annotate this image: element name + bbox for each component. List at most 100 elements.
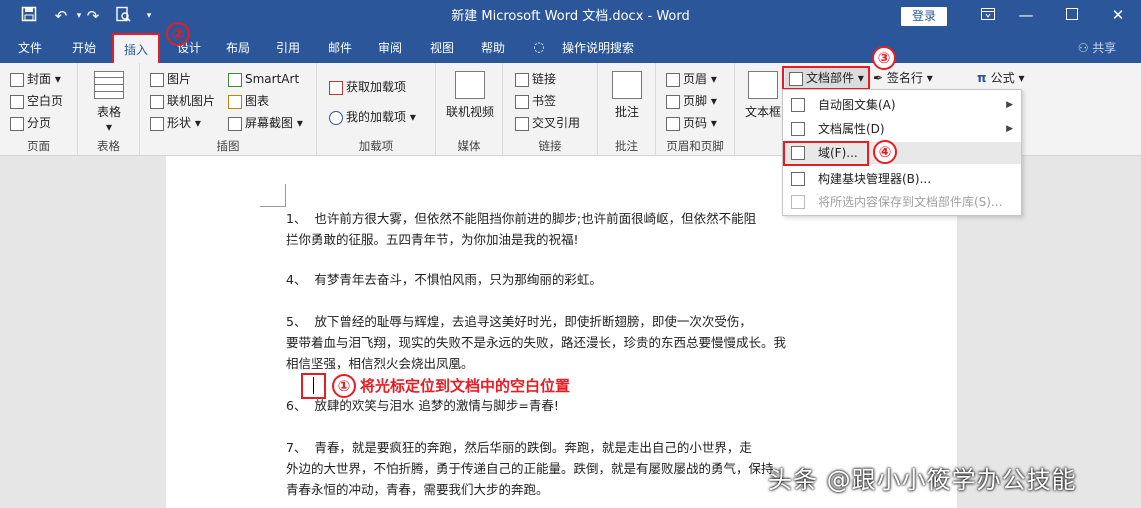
pen-icon: ✒ (873, 71, 887, 85)
bookmark-icon (515, 94, 529, 109)
paragraph-line: 1、 也许前方很大雾，但依然不能阻挡你前进的脚步;也许前面很崎岖，但依然不能阻 (286, 211, 757, 226)
paragraph-line: 要带着血与泪飞翔，现实的失败不是永远的失败，路还漫长，珍贵的东西总要慢慢成长。我 (286, 335, 787, 350)
tell-me-search[interactable]: 操作说明搜索 (556, 33, 640, 63)
shapes-icon (150, 116, 164, 131)
equation-button[interactable]: π 公式 ▾ (977, 68, 1025, 88)
paragraph-line: 5、 放下曾经的耻辱与辉煌，去追寻这美好时光，即使折断翅膀，即使一次次受伤， (286, 314, 752, 329)
building-blocks-icon (791, 172, 805, 186)
shapes-button[interactable]: 形状 ▾ (150, 113, 201, 133)
smartart-button[interactable]: SmartArt (228, 69, 299, 89)
textbox-label: 文本框 (744, 105, 781, 119)
textbox-button[interactable]: 文本框 (743, 71, 783, 120)
footer-label: 页脚 (683, 94, 708, 108)
chart-button[interactable]: 图表 (228, 91, 269, 111)
get-addins-label: 获取加载项 (346, 80, 407, 94)
table-label: 表格 (96, 105, 121, 119)
pictures-button[interactable]: 图片 (150, 69, 191, 89)
header-button[interactable]: 页眉 ▾ (666, 69, 717, 89)
tab-home[interactable]: 开始 (62, 33, 106, 63)
paragraph-line: 4、 有梦青年去奋斗，不惧怕风雨，只为那绚丽的彩虹。 (286, 272, 602, 287)
bookmark-label: 书签 (532, 94, 557, 108)
page-break-button[interactable]: 分页 (10, 113, 51, 133)
save-gallery-icon (791, 195, 805, 209)
menu-item-autotext[interactable]: 自动图文集(A) ▶ (783, 94, 1021, 116)
blank-page-button[interactable]: 空白页 (10, 91, 63, 111)
group-label-links: 链接 (538, 139, 562, 153)
link-button[interactable]: 链接 (515, 69, 556, 89)
watermark: 头条 @跟小小筱学办公技能 (768, 466, 1077, 494)
tab-mailings[interactable]: 邮件 (318, 33, 362, 63)
tab-references[interactable]: 引用 (266, 33, 310, 63)
online-video-button[interactable]: 联机视频 (442, 71, 498, 120)
tab-file[interactable]: 文件 (8, 33, 52, 63)
online-pictures-label: 联机图片 (167, 94, 216, 108)
highlight-quick-parts (782, 66, 870, 90)
page-number-icon (666, 116, 680, 131)
online-pictures-button[interactable]: 联机图片 (150, 91, 215, 111)
submenu-arrow-icon: ▶ (1006, 124, 1013, 134)
video-icon (455, 71, 485, 99)
cross-reference-button[interactable]: 交叉引用 (515, 113, 580, 133)
shapes-label: 形状 (167, 116, 192, 130)
menu-item-building-blocks[interactable]: 构建基块管理器(B)... (783, 168, 1021, 190)
my-addins-label: 我的加载项 (346, 110, 407, 124)
page-number-label: 页码 (683, 116, 708, 130)
callout-2: ② (166, 22, 190, 46)
table-button[interactable]: 表格 ▾ (86, 71, 132, 134)
tab-review[interactable]: 审阅 (368, 33, 412, 63)
document-property-icon (791, 122, 805, 136)
close-icon[interactable]: ✕ (1096, 0, 1140, 33)
link-label: 链接 (532, 72, 557, 86)
login-button[interactable]: 登录 (901, 7, 947, 26)
instruction-text: 将光标定位到文档中的空白位置 (360, 377, 571, 395)
table-icon (94, 71, 124, 99)
comment-icon (612, 71, 642, 99)
blank-page-label: 空白页 (27, 94, 64, 108)
online-picture-icon (150, 94, 164, 109)
get-addins-button[interactable]: 获取加载项 (329, 77, 406, 97)
pictures-label: 图片 (167, 72, 192, 86)
signature-line-button[interactable]: ✒ 签名行 ▾ (873, 68, 933, 88)
tab-view[interactable]: 视图 (420, 33, 464, 63)
minimize-icon[interactable]: — (1004, 0, 1048, 33)
menu-item-label: 文档属性(D) (818, 122, 885, 136)
autotext-icon (791, 98, 805, 112)
tab-insert[interactable]: 插入 (112, 33, 160, 67)
footer-button[interactable]: 页脚 ▾ (666, 91, 717, 111)
footer-icon (666, 94, 680, 109)
screenshot-icon (228, 116, 242, 131)
equation-label: 公式 (990, 71, 1015, 85)
page-number-button[interactable]: 页码 ▾ (666, 113, 717, 133)
submenu-arrow-icon: ▶ (1006, 100, 1013, 110)
header-label: 页眉 (683, 72, 708, 86)
chart-label: 图表 (245, 94, 270, 108)
callout-3: ③ (872, 46, 896, 70)
paragraph-line: 7、 青春，就是要疯狂的奔跑，然后华丽的跌倒。奔跑，就是走出自己的小世界，走 (286, 440, 752, 455)
cover-page-icon (10, 72, 24, 87)
smartart-icon (228, 72, 242, 87)
screenshot-button[interactable]: 屏幕截图 ▾ (228, 113, 303, 133)
menu-item-document-property[interactable]: 文档属性(D) ▶ (783, 118, 1021, 140)
text-cursor (313, 377, 314, 394)
maximize-icon[interactable] (1050, 0, 1094, 33)
group-media: 联机视频 媒体 (436, 63, 503, 156)
paragraph-line: 青春永恒的冲动，青春，需要我们大步的奔跑。 (286, 482, 549, 497)
group-header-footer: 页眉 ▾ 页脚 ▾ 页码 ▾ 页眉和页脚 (656, 63, 735, 156)
bookmark-button[interactable]: 书签 (515, 91, 556, 111)
page-break-label: 分页 (27, 116, 52, 130)
highlight-field-item (783, 141, 869, 166)
page-break-icon (10, 116, 24, 131)
share-button[interactable]: ⚇ 共享 (1072, 33, 1122, 63)
group-label-pages: 页面 (27, 139, 50, 153)
tab-help[interactable]: 帮助 (471, 33, 515, 63)
comment-button[interactable]: 批注 (604, 71, 650, 120)
tab-layout[interactable]: 布局 (216, 33, 260, 63)
group-tables: 表格 ▾ 表格 (78, 63, 140, 156)
picture-icon (150, 72, 164, 87)
group-pages: 封面 ▾ 空白页 分页 页面 (0, 63, 78, 156)
paragraph-line: 6、 放肆的欢笑与泪水 追梦的激情与脚步=青春! (286, 398, 559, 413)
cover-page-button[interactable]: 封面 ▾ (10, 69, 61, 89)
group-links: 链接 书签 交叉引用 链接 (503, 63, 598, 156)
my-addins-button[interactable]: 我的加载项 ▾ (329, 107, 416, 127)
callout-4: ④ (873, 140, 897, 164)
